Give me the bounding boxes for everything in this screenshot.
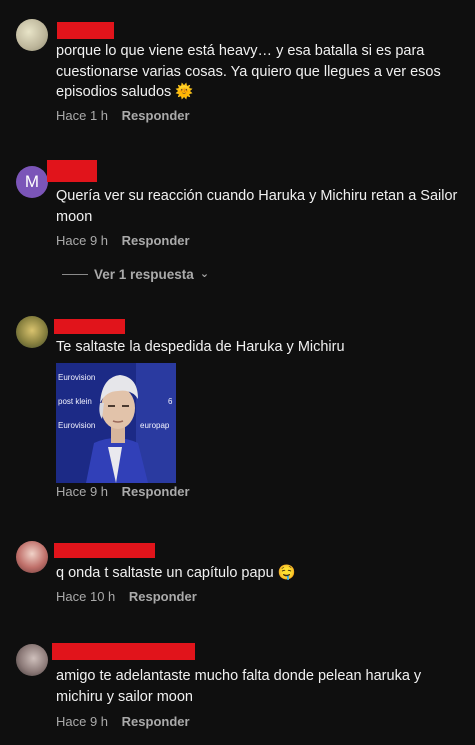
comment-timestamp: Hace 9 h xyxy=(56,714,109,729)
gif-caption-2: post klein xyxy=(58,397,92,406)
comment-meta: Hace 9 h Responder xyxy=(56,484,190,499)
comment-meta: Hace 9 h Responder xyxy=(56,714,190,729)
comment-text: q onda t saltaste un capítulo papu 🤤 xyxy=(56,565,296,581)
avatar[interactable] xyxy=(16,644,48,676)
gif-caption-4: europap xyxy=(140,421,170,430)
reply-button[interactable]: Responder xyxy=(122,484,190,499)
comment-text: Te saltaste la despedida de Haruka y Mic… xyxy=(56,339,345,355)
gif-caption-1: Eurovision xyxy=(58,373,96,382)
avatar[interactable] xyxy=(16,541,48,573)
comment-meta: Hace 10 h Responder xyxy=(56,589,197,604)
gif-image[interactable]: Eurovision post klein Eurovision europap… xyxy=(56,363,176,483)
gif-caption-3: Eurovision xyxy=(58,421,96,430)
redacted-username xyxy=(57,22,114,39)
comment-text: amigo te adelantaste mucho falta donde p… xyxy=(56,668,422,705)
comment-meta: Hace 9 h Responder xyxy=(56,233,190,248)
comment-timestamp: Hace 1 h xyxy=(56,108,109,123)
view-replies-button[interactable]: Ver 1 respuesta ⌄ xyxy=(62,267,209,282)
reply-button[interactable]: Responder xyxy=(122,108,190,123)
avatar[interactable] xyxy=(16,19,48,51)
comment-text: porque lo que viene está heavy… y esa ba… xyxy=(56,43,441,100)
reply-button[interactable]: Responder xyxy=(122,233,190,248)
comment-timestamp: Hace 10 h xyxy=(56,589,116,604)
redacted-username xyxy=(47,160,97,182)
comment-meta: Hace 1 h Responder xyxy=(56,108,190,123)
comment-timestamp: Hace 9 h xyxy=(56,484,109,499)
redacted-username xyxy=(52,643,195,660)
view-replies-label: Ver 1 respuesta xyxy=(94,267,194,282)
avatar[interactable]: M xyxy=(16,166,48,198)
redacted-username xyxy=(54,543,155,558)
avatar-letter: M xyxy=(24,172,40,191)
reply-button[interactable]: Responder xyxy=(122,714,190,729)
comment-text: Quería ver su reacción cuando Haruka y M… xyxy=(56,188,458,225)
gif-caption-5: 6 xyxy=(168,397,173,406)
reply-button[interactable]: Responder xyxy=(129,589,197,604)
divider-line xyxy=(62,274,88,275)
comment-timestamp: Hace 9 h xyxy=(56,233,109,248)
redacted-username xyxy=(54,319,125,334)
avatar[interactable] xyxy=(16,316,48,348)
chevron-down-icon: ⌄ xyxy=(199,268,210,280)
